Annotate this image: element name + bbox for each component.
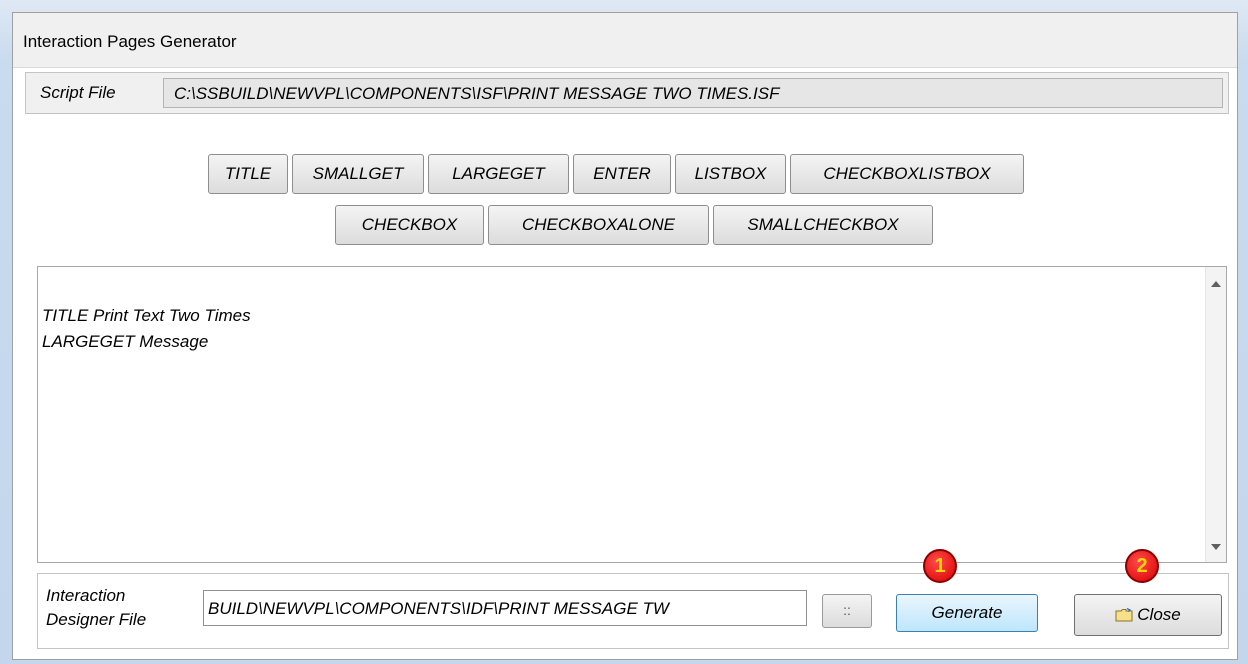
- editor-scrollbar[interactable]: [1205, 267, 1226, 562]
- close-button-label: Close: [1137, 605, 1181, 624]
- designer-file-label: Interaction Designer File: [46, 584, 146, 632]
- command-buttons-row-2: CHECKBOX CHECKBOXALONE SMALLCHECKBOX: [335, 205, 937, 245]
- window-frame: Interaction Pages Generator Script File …: [0, 0, 1248, 664]
- script-file-field[interactable]: C:\SSBUILD\NEWVPL\COMPONENTS\ISF\PRINT M…: [163, 78, 1223, 108]
- editor-line: TITLE Print Text Two Times: [42, 306, 251, 325]
- browse-button[interactable]: ::: [822, 594, 872, 628]
- title-command-button[interactable]: TITLE: [208, 154, 288, 194]
- generate-button[interactable]: Generate: [896, 594, 1038, 632]
- dialog: Interaction Pages Generator Script File …: [12, 12, 1238, 660]
- smallget-command-button[interactable]: SMALLGET: [292, 154, 424, 194]
- editor-content[interactable]: TITLE Print Text Two Times LARGEGET Mess…: [42, 303, 251, 355]
- editor-line: LARGEGET Message: [42, 332, 209, 351]
- designer-file-input[interactable]: BUILD\NEWVPL\COMPONENTS\IDF\PRINT MESSAG…: [203, 590, 807, 626]
- enter-command-button[interactable]: ENTER: [573, 154, 671, 194]
- annotation-badge-1: 1: [923, 549, 957, 583]
- designer-file-label-line1: Interaction: [46, 586, 126, 605]
- checkboxlistbox-command-button[interactable]: CHECKBOXLISTBOX: [790, 154, 1024, 194]
- largeget-command-button[interactable]: LARGEGET: [428, 154, 569, 194]
- script-editor[interactable]: TITLE Print Text Two Times LARGEGET Mess…: [37, 266, 1227, 563]
- script-file-label: Script File: [40, 83, 116, 102]
- smallcheckbox-command-button[interactable]: SMALLCHECKBOX: [713, 205, 933, 245]
- checkboxalone-command-button[interactable]: CHECKBOXALONE: [488, 205, 709, 245]
- close-button[interactable]: Close: [1074, 594, 1222, 636]
- scroll-down-icon[interactable]: [1211, 544, 1221, 550]
- window-title: Interaction Pages Generator: [23, 32, 237, 51]
- designer-file-row: Interaction Designer File BUILD\NEWVPL\C…: [37, 573, 1229, 649]
- checkbox-command-button[interactable]: CHECKBOX: [335, 205, 484, 245]
- scroll-up-icon[interactable]: [1211, 281, 1221, 287]
- folder-icon: [1115, 597, 1133, 622]
- title-bar: Interaction Pages Generator: [13, 13, 1237, 68]
- command-buttons-row-1: TITLE SMALLGET LARGEGET ENTER LISTBOX CH…: [208, 154, 1028, 194]
- script-file-row: Script File C:\SSBUILD\NEWVPL\COMPONENTS…: [25, 72, 1229, 114]
- listbox-command-button[interactable]: LISTBOX: [675, 154, 786, 194]
- designer-file-label-line2: Designer File: [46, 610, 147, 629]
- annotation-badge-2: 2: [1125, 549, 1159, 583]
